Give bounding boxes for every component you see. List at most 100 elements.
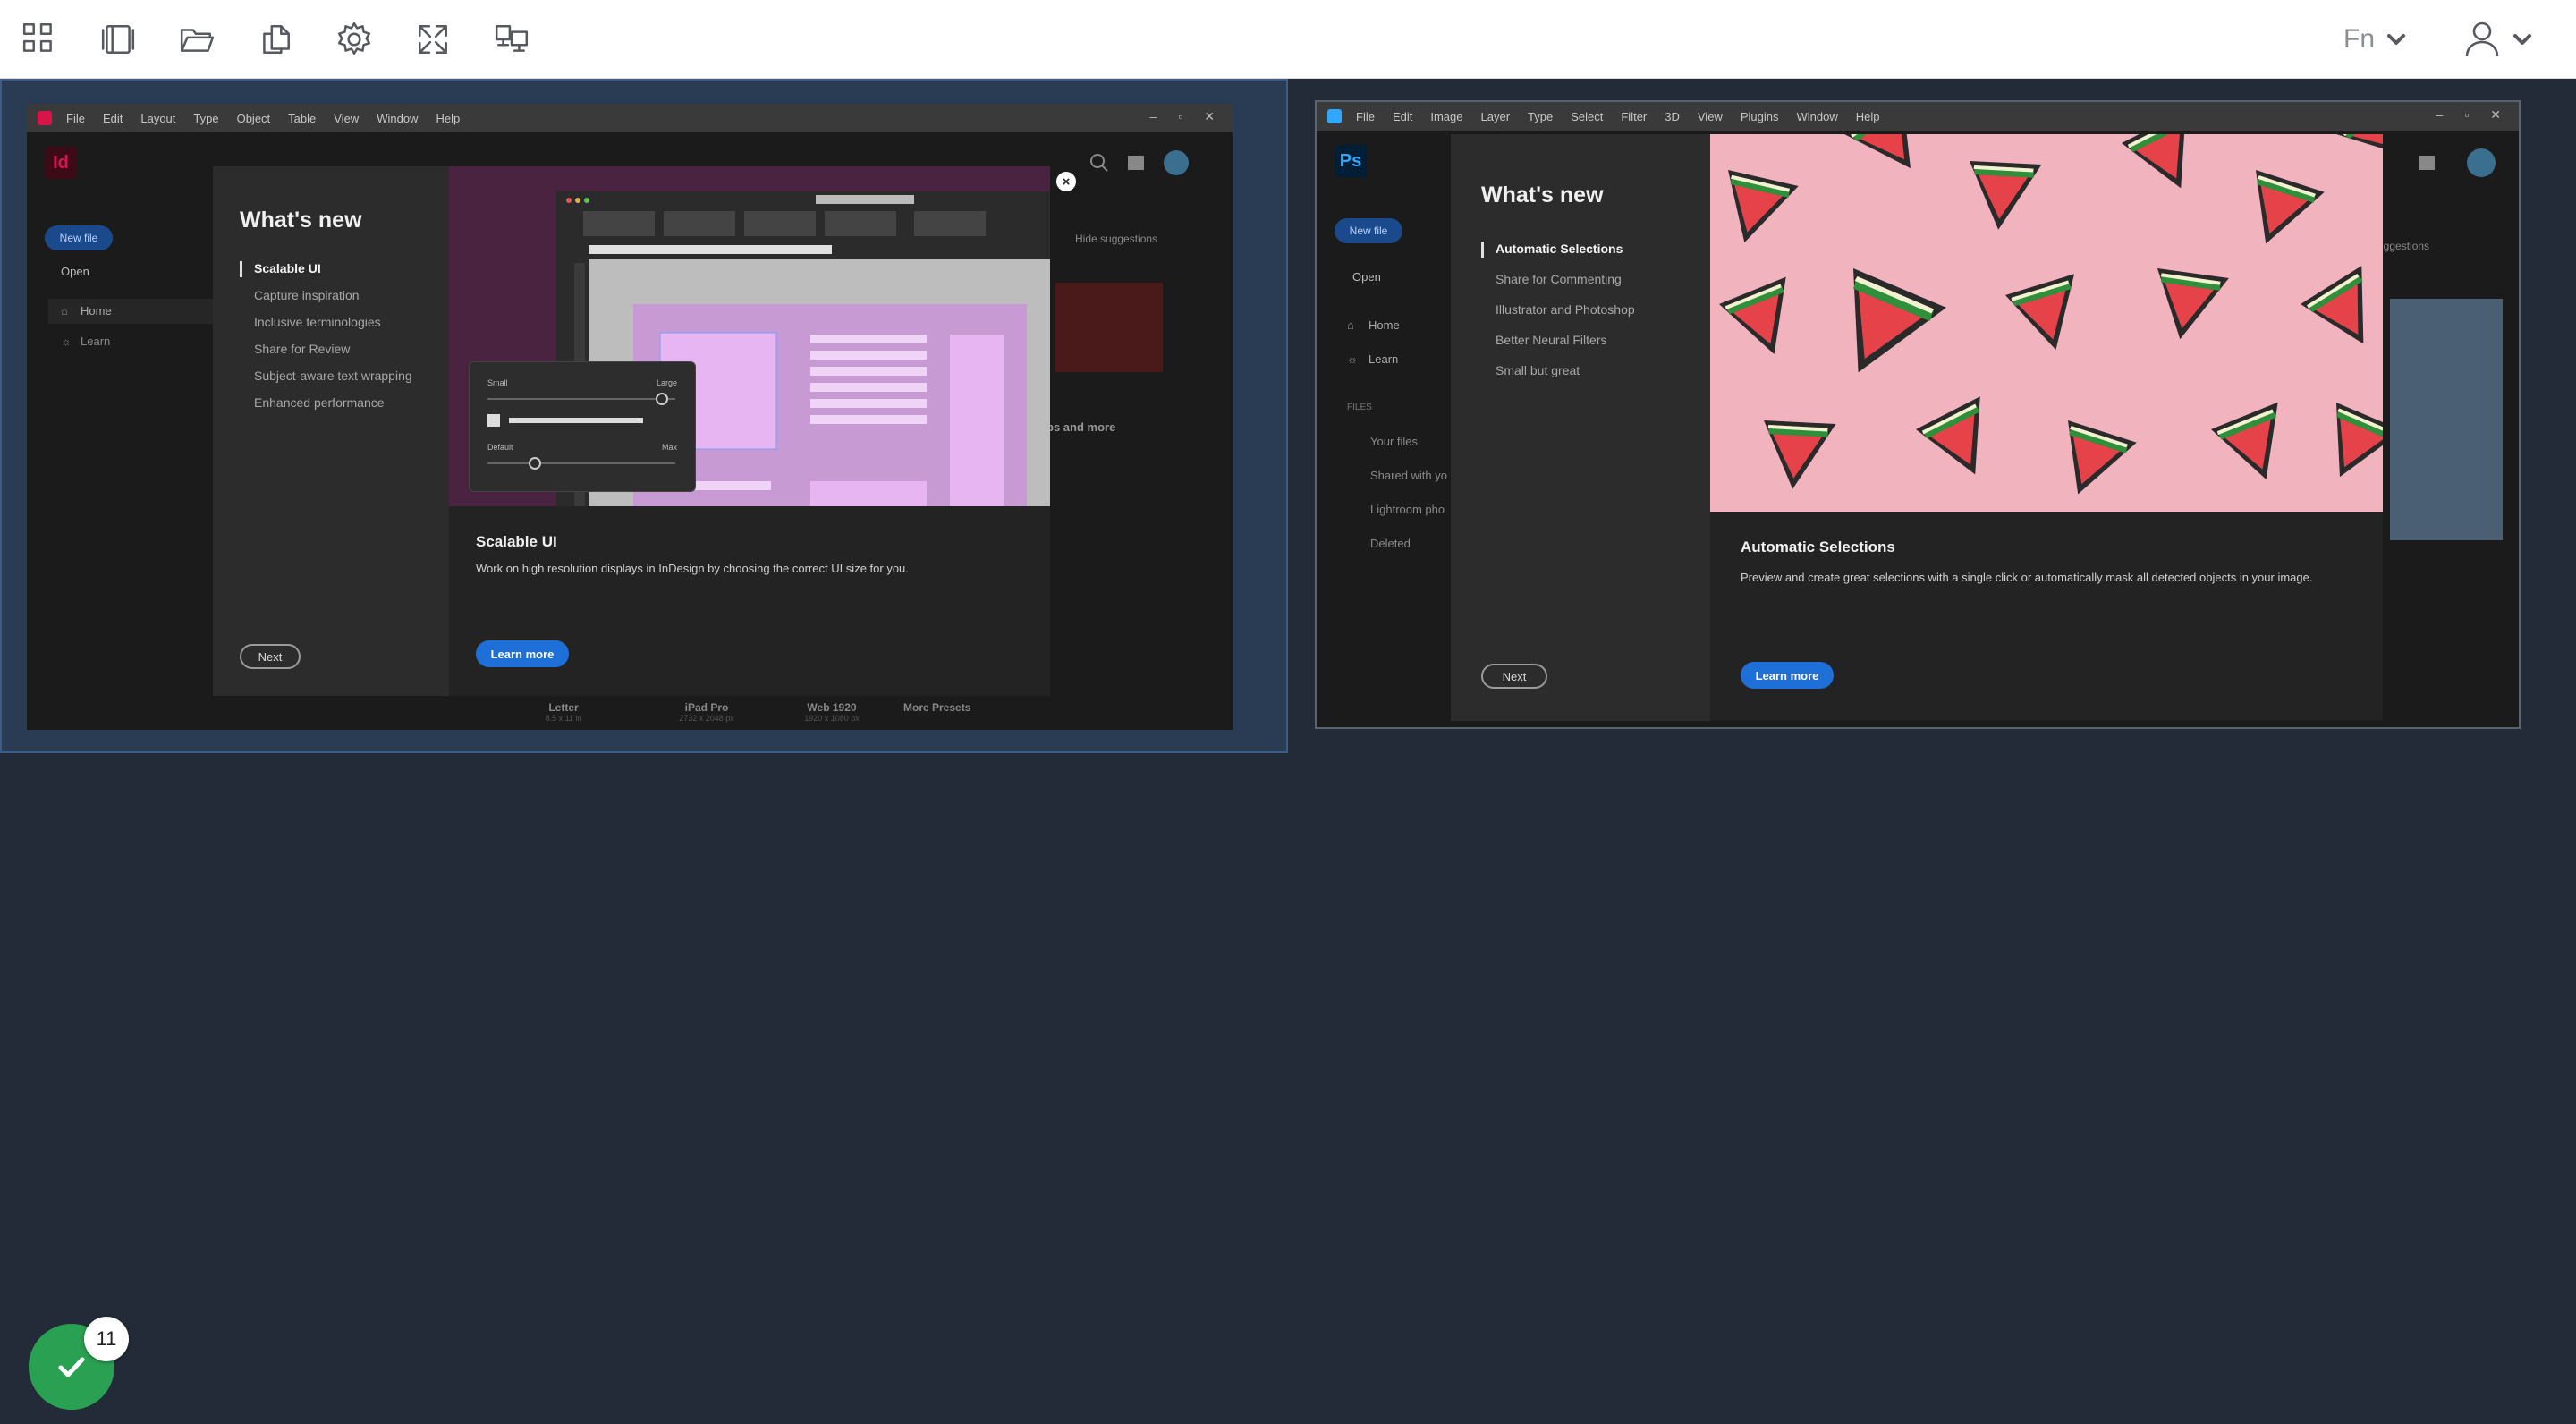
menu-view[interactable]: View [1698,110,1723,123]
learn-more-button[interactable]: Learn more [1741,662,1834,689]
lightroom-link[interactable]: Lightroom pho [1370,503,1445,516]
open-link[interactable]: Open [1352,270,1381,284]
grid-icon[interactable] [16,16,63,63]
menu-image[interactable]: Image [1430,110,1462,123]
maximize-icon[interactable]: ▫ [2464,107,2469,123]
preset-ipad-label: iPad Pro [684,701,729,714]
whats-new-item-scalable-ui[interactable]: Scalable UI [240,261,321,277]
session-thumbnail-photoshop[interactable]: File Edit Image Layer Type Select Filter… [1315,100,2521,729]
dialog-content: Small Large Default Max Scalable UI Work… [449,166,1050,696]
whats-new-dialog: What's new Scalable UI Capture inspirati… [213,166,1050,696]
menu-edit[interactable]: Edit [103,112,123,125]
chevron-down-icon [2513,34,2531,45]
monitor-icon[interactable] [488,16,535,63]
user-menu[interactable] [2462,16,2537,63]
new-file-button[interactable]: New file [1335,218,1402,243]
new-file-button[interactable]: New file [45,225,113,250]
suggestion-thumbnail[interactable] [2390,299,2503,540]
fn-label: Fn [2343,24,2376,54]
preset-ipad[interactable]: iPad Pro 2732 x 2048 px [662,701,751,723]
feature-title: Automatic Selections [1741,538,1895,555]
presets-row: Letter 8.5 x 11 in iPad Pro 2732 x 2048 … [286,701,1002,728]
your-files-link[interactable]: Your files [1370,435,1418,448]
menu-file[interactable]: File [66,112,85,125]
dialog-close-icon[interactable]: × [1056,172,1076,191]
close-icon[interactable]: ✕ [2490,107,2501,123]
folder-open-icon[interactable] [174,16,220,63]
gear-icon[interactable] [331,16,377,63]
whats-new-item-share-for-review[interactable]: Share for Review [254,342,350,356]
indesign-mini-logo [38,111,52,125]
suggestion-thumbnail[interactable] [1055,283,1163,372]
preset-more[interactable]: More Presets [903,701,970,714]
maximize-icon[interactable]: ▫ [1178,109,1182,124]
dialog-content: Automatic Selections Preview and create … [1710,134,2383,721]
menu-file[interactable]: File [1356,110,1375,123]
whats-new-item-capture-inspiration[interactable]: Capture inspiration [254,288,360,302]
open-link[interactable]: Open [61,265,89,278]
next-button[interactable]: Next [1481,664,1547,689]
function-key-dropdown[interactable]: Fn [2343,20,2411,59]
preset-web[interactable]: Web 1920 1920 x 1080 px [787,701,877,723]
panel-icon[interactable] [95,16,141,63]
whats-new-item-better-neural-filters[interactable]: Better Neural Filters [1496,333,1606,347]
chevron-down-icon [2387,34,2406,45]
copy-icon[interactable] [252,16,299,63]
whats-new-item-text-wrapping[interactable]: Subject-aware text wrapping [254,369,412,383]
hide-suggestions-link[interactable]: Hide suggestions [1075,233,1157,245]
menu-window[interactable]: Window [1796,110,1837,123]
minimize-icon[interactable]: – [1150,109,1157,124]
scale-option-bar [509,418,643,423]
notification-count-badge: 11 [84,1317,129,1361]
scale-checkbox[interactable] [487,414,500,427]
indesign-logo: Id [45,147,77,179]
whats-new-item-automatic-selections[interactable]: Automatic Selections [1480,242,1623,258]
menu-view[interactable]: View [334,112,359,125]
preset-web-size: 1920 x 1080 px [804,714,860,723]
lightbulb-icon: ☼ [61,335,72,348]
scale-slider-handle[interactable] [656,393,668,405]
menu-edit[interactable]: Edit [1393,110,1412,123]
menu-type[interactable]: Type [1528,110,1553,123]
preset-ipad-size: 2732 x 2048 px [679,714,734,723]
window-controls: – ▫ ✕ [1150,109,1216,124]
whats-new-item-share-for-commenting[interactable]: Share for Commenting [1496,272,1622,286]
photoshop-logo: Ps [1335,145,1367,177]
menu-object[interactable]: Object [237,112,271,125]
sidebar-item-learn[interactable]: ☼ Learn [1336,347,1462,372]
whats-new-item-small-but-great[interactable]: Small but great [1496,363,1580,377]
close-icon[interactable]: ✕ [1204,109,1215,124]
popup-default-label: Default [487,443,513,452]
indesign-window: File Edit Layout Type Object Table View … [27,104,1233,730]
menu-type[interactable]: Type [193,112,218,125]
photoshop-mini-logo [1327,109,1342,123]
menu-help[interactable]: Help [1856,110,1880,123]
next-button[interactable]: Next [240,644,301,669]
expand-icon[interactable] [410,16,456,63]
minimize-icon[interactable]: – [2436,107,2444,123]
menu-layer[interactable]: Layer [1481,110,1511,123]
menu-3d[interactable]: 3D [1665,110,1680,123]
learn-more-button[interactable]: Learn more [476,640,569,667]
menu-select[interactable]: Select [1571,110,1603,123]
menu-layout[interactable]: Layout [140,112,175,125]
sidebar-item-home[interactable]: ⌂ Home [1336,313,1462,338]
preset-letter[interactable]: Letter 8.5 x 11 in [537,701,590,723]
whats-new-item-enhanced-performance[interactable]: Enhanced performance [254,395,385,410]
lightbulb-icon: ☼ [1347,352,1358,366]
menu-filter[interactable]: Filter [1621,110,1647,123]
deleted-link[interactable]: Deleted [1370,537,1411,550]
watermelon-preview-image [1710,134,2383,512]
feature-title: Scalable UI [476,533,557,550]
files-header: FILES [1347,403,1372,412]
default-slider-handle[interactable] [529,457,541,470]
session-thumbnail-indesign[interactable]: File Edit Layout Type Object Table View … [0,79,1288,753]
menu-window[interactable]: Window [377,112,418,125]
shared-link[interactable]: Shared with yo [1370,469,1447,482]
menu-table[interactable]: Table [288,112,316,125]
whats-new-item-illustrator-and-photoshop[interactable]: Illustrator and Photoshop [1496,302,1635,317]
preset-web-label: Web 1920 [807,701,857,714]
menu-help[interactable]: Help [436,112,460,125]
whats-new-item-inclusive-terminologies[interactable]: Inclusive terminologies [254,315,381,329]
menu-plugins[interactable]: Plugins [1741,110,1779,123]
